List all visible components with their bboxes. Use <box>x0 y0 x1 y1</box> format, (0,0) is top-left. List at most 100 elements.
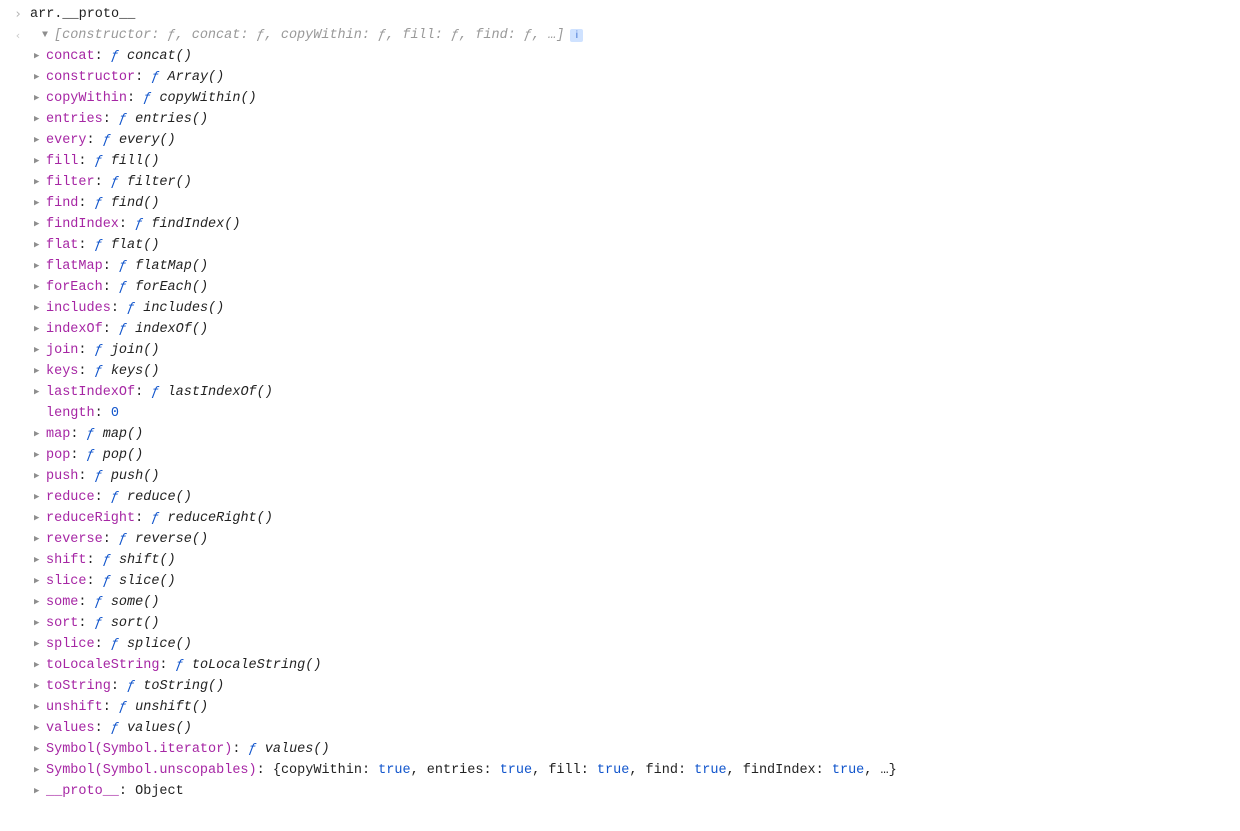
function-icon: ƒ <box>111 175 119 190</box>
property-name: toString <box>46 679 111 694</box>
input-prompt-icon <box>6 4 30 25</box>
function-name: lastIndexOf() <box>168 385 273 400</box>
chevron-right-icon <box>34 697 46 718</box>
property-row[interactable]: toString: ƒ toString() <box>6 676 1234 697</box>
property-row[interactable]: every: ƒ every() <box>6 130 1234 151</box>
property-row[interactable]: keys: ƒ keys() <box>6 361 1234 382</box>
property-row[interactable]: Symbol(Symbol.iterator): ƒ values() <box>6 739 1234 760</box>
function-name: find() <box>111 196 160 211</box>
property-row[interactable]: indexOf: ƒ indexOf() <box>6 319 1234 340</box>
property-row[interactable]: lastIndexOf: ƒ lastIndexOf() <box>6 382 1234 403</box>
property-name: lastIndexOf <box>46 385 135 400</box>
property-row[interactable]: findIndex: ƒ findIndex() <box>6 214 1234 235</box>
property-row[interactable]: values: ƒ values() <box>6 718 1234 739</box>
property-row-unscopables[interactable]: Symbol(Symbol.unscopables): {copyWithin:… <box>6 760 1234 781</box>
chevron-right-icon <box>34 340 46 361</box>
function-icon: ƒ <box>249 742 257 757</box>
property-row[interactable]: flat: ƒ flat() <box>6 235 1234 256</box>
chevron-right-icon <box>34 466 46 487</box>
property-row[interactable]: fill: ƒ fill() <box>6 151 1234 172</box>
chevron-right-icon <box>34 67 46 88</box>
property-row[interactable]: reverse: ƒ reverse() <box>6 529 1234 550</box>
property-row-length[interactable]: length: 0 <box>6 403 1234 424</box>
property-row[interactable]: entries: ƒ entries() <box>6 109 1234 130</box>
function-icon: ƒ <box>87 427 95 442</box>
property-row[interactable]: toLocaleString: ƒ toLocaleString() <box>6 655 1234 676</box>
chevron-right-icon <box>34 445 46 466</box>
property-row[interactable]: unshift: ƒ unshift() <box>6 697 1234 718</box>
property-row[interactable]: slice: ƒ slice() <box>6 571 1234 592</box>
property-row[interactable]: sort: ƒ sort() <box>6 613 1234 634</box>
property-row[interactable]: join: ƒ join() <box>6 340 1234 361</box>
info-icon[interactable]: i <box>570 29 583 42</box>
property-row[interactable]: filter: ƒ filter() <box>6 172 1234 193</box>
property-name: values <box>46 721 95 736</box>
function-icon: ƒ <box>119 700 127 715</box>
property-row[interactable]: splice: ƒ splice() <box>6 634 1234 655</box>
property-row[interactable]: shift: ƒ shift() <box>6 550 1234 571</box>
output-prompt-icon <box>6 25 30 46</box>
property-name: concat <box>46 49 95 64</box>
property-name: Symbol(Symbol.iterator) <box>46 742 232 757</box>
function-name: reverse() <box>135 532 208 547</box>
chevron-right-icon <box>34 361 46 382</box>
property-row[interactable]: concat: ƒ concat() <box>6 46 1234 67</box>
function-name: map() <box>103 427 144 442</box>
function-name: pop() <box>103 448 144 463</box>
function-name: reduceRight() <box>168 511 273 526</box>
property-row[interactable]: reduceRight: ƒ reduceRight() <box>6 508 1234 529</box>
property-name: some <box>46 595 78 610</box>
property-name: keys <box>46 364 78 379</box>
chevron-right-icon <box>34 571 46 592</box>
function-name: fill() <box>111 154 160 169</box>
property-name: includes <box>46 301 111 316</box>
property-name: __proto__ <box>46 784 119 799</box>
property-row[interactable]: flatMap: ƒ flatMap() <box>6 256 1234 277</box>
function-icon: ƒ <box>95 595 103 610</box>
property-name: fill <box>46 154 78 169</box>
property-name: sort <box>46 616 78 631</box>
function-icon: ƒ <box>95 364 103 379</box>
function-name: concat() <box>127 49 192 64</box>
property-row[interactable]: some: ƒ some() <box>6 592 1234 613</box>
function-icon: ƒ <box>95 343 103 358</box>
chevron-right-icon <box>34 634 46 655</box>
property-name: toLocaleString <box>46 658 159 673</box>
function-name: findIndex() <box>151 217 240 232</box>
property-row[interactable]: constructor: ƒ Array() <box>6 67 1234 88</box>
function-icon: ƒ <box>103 133 111 148</box>
property-row[interactable]: copyWithin: ƒ copyWithin() <box>6 88 1234 109</box>
function-icon: ƒ <box>119 532 127 547</box>
property-row[interactable]: pop: ƒ pop() <box>6 445 1234 466</box>
property-name: unshift <box>46 700 103 715</box>
property-row[interactable]: reduce: ƒ reduce() <box>6 487 1234 508</box>
function-icon: ƒ <box>95 196 103 211</box>
chevron-right-icon <box>34 382 46 403</box>
chevron-right-icon <box>34 613 46 634</box>
function-name: flatMap() <box>135 259 208 274</box>
chevron-right-icon <box>34 592 46 613</box>
chevron-right-icon <box>34 151 46 172</box>
object-literal: {copyWithin: true, entries: true, fill: … <box>273 763 897 778</box>
function-icon: ƒ <box>87 448 95 463</box>
property-row[interactable]: includes: ƒ includes() <box>6 298 1234 319</box>
property-name: slice <box>46 574 87 589</box>
property-row[interactable]: map: ƒ map() <box>6 424 1234 445</box>
property-row-proto[interactable]: __proto__: Object <box>6 781 1234 802</box>
chevron-right-icon <box>34 550 46 571</box>
property-row[interactable]: find: ƒ find() <box>6 193 1234 214</box>
chevron-right-icon <box>34 298 46 319</box>
chevron-right-icon <box>34 130 46 151</box>
object-summary: [constructor: ƒ, concat: ƒ, copyWithin: … <box>54 25 564 46</box>
function-icon: ƒ <box>119 112 127 127</box>
function-name: every() <box>119 133 176 148</box>
property-row[interactable]: forEach: ƒ forEach() <box>6 277 1234 298</box>
chevron-right-icon <box>34 214 46 235</box>
object-expand-row[interactable]: [constructor: ƒ, concat: ƒ, copyWithin: … <box>30 25 583 46</box>
property-row[interactable]: push: ƒ push() <box>6 466 1234 487</box>
console-input-row: arr.__proto__ <box>6 4 1234 25</box>
property-name: indexOf <box>46 322 103 337</box>
chevron-right-icon <box>34 424 46 445</box>
function-icon: ƒ <box>103 553 111 568</box>
property-name: flat <box>46 238 78 253</box>
